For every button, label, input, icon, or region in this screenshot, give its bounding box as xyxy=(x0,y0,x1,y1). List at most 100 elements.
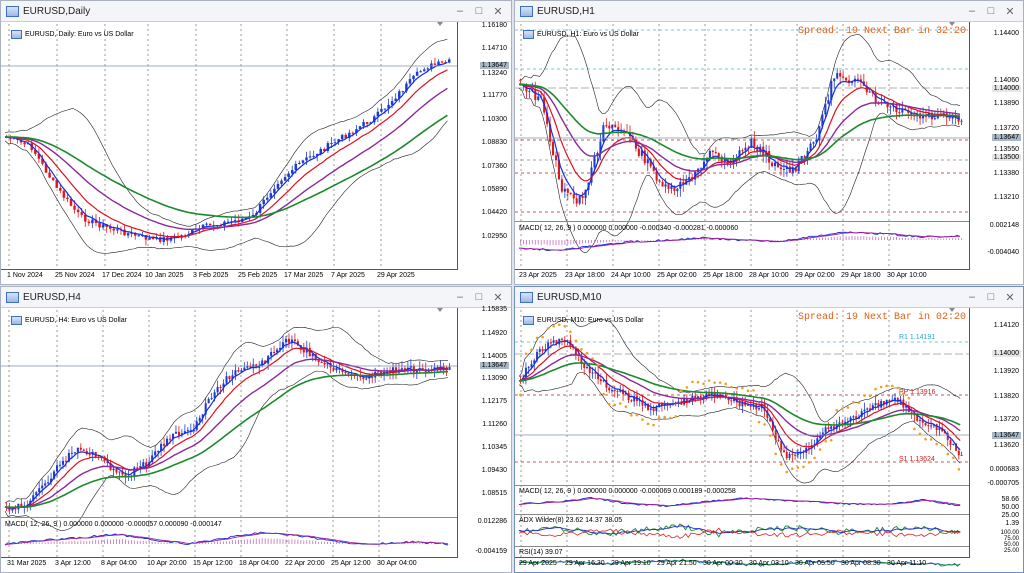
time-label: 7 Apr 2025 xyxy=(331,272,365,279)
price-axis[interactable]: 1.15835 1.14920 1.14005 1.13647 1.13090 … xyxy=(457,306,511,558)
candle-body xyxy=(948,117,951,119)
m10-candles[interactable] xyxy=(515,308,1023,572)
candle-body xyxy=(88,454,91,456)
candle-body xyxy=(842,76,845,78)
indicator-separator[interactable] xyxy=(515,485,969,486)
price-axis[interactable]: 1.14120 1.14000 1.13920 1.13820 1.13720 … xyxy=(969,308,1023,558)
time-label: 17 Dec 2024 xyxy=(102,272,142,279)
candle-body xyxy=(233,220,237,222)
candle-body xyxy=(151,237,155,239)
indicator-separator[interactable] xyxy=(515,514,969,515)
candle-body xyxy=(824,427,827,433)
chart-window-h1[interactable]: EURUSD,H1 – □ ✕ EURUSD, H1: Euro vs US D… xyxy=(514,0,1024,285)
candle-body xyxy=(794,454,797,456)
maximize-icon[interactable]: □ xyxy=(984,290,998,304)
candle-body xyxy=(779,167,782,170)
candle-body xyxy=(174,431,178,434)
candle-body xyxy=(273,351,276,353)
window-titlebar[interactable]: EURUSD,Daily – □ ✕ xyxy=(1,1,511,22)
time-label: 25 Apr 18:00 xyxy=(703,272,743,279)
chart-shift-marker[interactable] xyxy=(437,308,443,312)
close-icon[interactable]: ✕ xyxy=(491,4,505,18)
h1-candles[interactable] xyxy=(515,22,1023,284)
minimize-icon[interactable]: – xyxy=(965,4,979,18)
candle-body xyxy=(335,368,338,371)
parabolic-sar-dot xyxy=(535,336,539,340)
price-label: 1.13920 xyxy=(993,368,1019,375)
window-titlebar[interactable]: EURUSD,H4 – □ ✕ xyxy=(1,287,511,308)
close-icon[interactable]: ✕ xyxy=(1003,290,1017,304)
chart-window-m10[interactable]: EURUSD,M10 – □ ✕ EURUSD, M10: Euro vs US… xyxy=(514,286,1024,573)
candle-body xyxy=(952,443,955,445)
time-axis[interactable]: 1 Nov 2024 25 Nov 2024 17 Dec 2024 10 Ja… xyxy=(1,269,457,284)
time-label: 25 Feb 2025 xyxy=(238,272,278,279)
candle-body xyxy=(744,147,747,151)
candle-body xyxy=(23,142,26,145)
parabolic-sar-dot xyxy=(696,380,700,384)
macd-scale-label: -0.004159 xyxy=(475,548,507,555)
time-axis[interactable]: 29 Apr 2025 29 Apr 16:30 29 Apr 19:10 29… xyxy=(515,557,969,572)
chart-shift-marker[interactable] xyxy=(437,22,443,26)
symbol-icon xyxy=(523,316,534,325)
price-chart[interactable]: EURUSD, H1: Euro vs US Dollar Spread: 19… xyxy=(515,22,1023,284)
time-axis[interactable]: 23 Apr 2025 23 Apr 18:00 24 Apr 10:00 25… xyxy=(515,269,969,284)
minimize-icon[interactable]: – xyxy=(453,4,467,18)
window-titlebar[interactable]: EURUSD,H1 – □ ✕ xyxy=(515,1,1023,22)
price-axis[interactable]: 1.14400 1.14060 1.14000 1.13890 1.13720 … xyxy=(969,22,1023,270)
candle-body xyxy=(782,168,785,170)
parabolic-sar-dot xyxy=(879,385,883,389)
indicator-separator[interactable] xyxy=(515,546,969,547)
candle-body xyxy=(538,349,541,352)
macd-label: MACD( 12, 26, 9 ) 0.000000 0.000000 -0.0… xyxy=(519,488,736,495)
candle-body xyxy=(708,150,711,159)
window-titlebar[interactable]: EURUSD,M10 – □ ✕ xyxy=(515,287,1023,308)
price-chart[interactable]: EURUSD, Daily: Euro vs US Dollar 1.16180… xyxy=(1,22,511,284)
candle-body xyxy=(534,89,537,100)
parabolic-sar-dot xyxy=(913,427,916,431)
candle-body xyxy=(720,156,723,162)
candle-body xyxy=(66,197,69,199)
candle-body xyxy=(868,91,871,93)
time-axis[interactable]: 31 Mar 2025 3 Apr 12:00 8 Apr 04:00 10 A… xyxy=(1,557,457,572)
close-icon[interactable]: ✕ xyxy=(1003,4,1017,18)
close-icon[interactable]: ✕ xyxy=(491,290,505,304)
parabolic-sar-dot xyxy=(635,413,639,417)
chart-window-h4[interactable]: EURUSD,H4 – □ ✕ EURUSD, H4: Euro vs US D… xyxy=(0,286,512,573)
minimize-icon[interactable]: – xyxy=(965,290,979,304)
candle-body xyxy=(276,349,279,353)
candle-body xyxy=(610,390,613,392)
indicator-separator[interactable] xyxy=(515,221,969,222)
price-axis[interactable]: 1.16180 1.14710 1.13647 1.13240 1.11770 … xyxy=(457,22,511,270)
maximize-icon[interactable]: □ xyxy=(472,290,486,304)
candle-body xyxy=(412,75,415,80)
daily-candles[interactable] xyxy=(1,22,511,284)
candle-body xyxy=(753,138,756,147)
maximize-icon[interactable]: □ xyxy=(472,4,486,18)
price-chart[interactable]: EURUSD, H4: Euro vs US Dollar MACD( 12, … xyxy=(1,306,511,572)
candle-body xyxy=(41,485,44,489)
maximize-icon[interactable]: □ xyxy=(984,4,998,18)
candle-body xyxy=(262,199,265,205)
chart-window-daily[interactable]: EURUSD,Daily – □ ✕ EURUSD, Daily: Euro v… xyxy=(0,0,512,285)
candle-body xyxy=(323,362,326,365)
time-label: 15 Apr 12:00 xyxy=(193,560,233,567)
parabolic-sar-dot xyxy=(874,387,877,391)
indicator-separator[interactable] xyxy=(1,517,457,518)
candle-body xyxy=(561,338,563,340)
candle-body xyxy=(530,363,533,368)
candle-body xyxy=(76,447,79,453)
price-chart[interactable]: EURUSD, M10: Euro vs US Dollar Spread: 1… xyxy=(515,308,1023,572)
candle-body xyxy=(148,237,151,240)
time-label: 29 Apr 21:50 xyxy=(657,560,697,567)
candle-body xyxy=(708,393,711,395)
candle-body xyxy=(527,367,530,369)
level-tag: 1.14000 xyxy=(991,85,1021,92)
h4-candles[interactable] xyxy=(1,308,511,572)
candle-body xyxy=(605,125,608,127)
rsi-label: RSI(14) 39.07 xyxy=(519,549,563,556)
parabolic-sar-dot xyxy=(613,403,617,407)
price-label: 1.14400 xyxy=(993,30,1019,37)
candle-body xyxy=(845,77,848,81)
minimize-icon[interactable]: – xyxy=(453,290,467,304)
candle-body xyxy=(305,157,308,161)
